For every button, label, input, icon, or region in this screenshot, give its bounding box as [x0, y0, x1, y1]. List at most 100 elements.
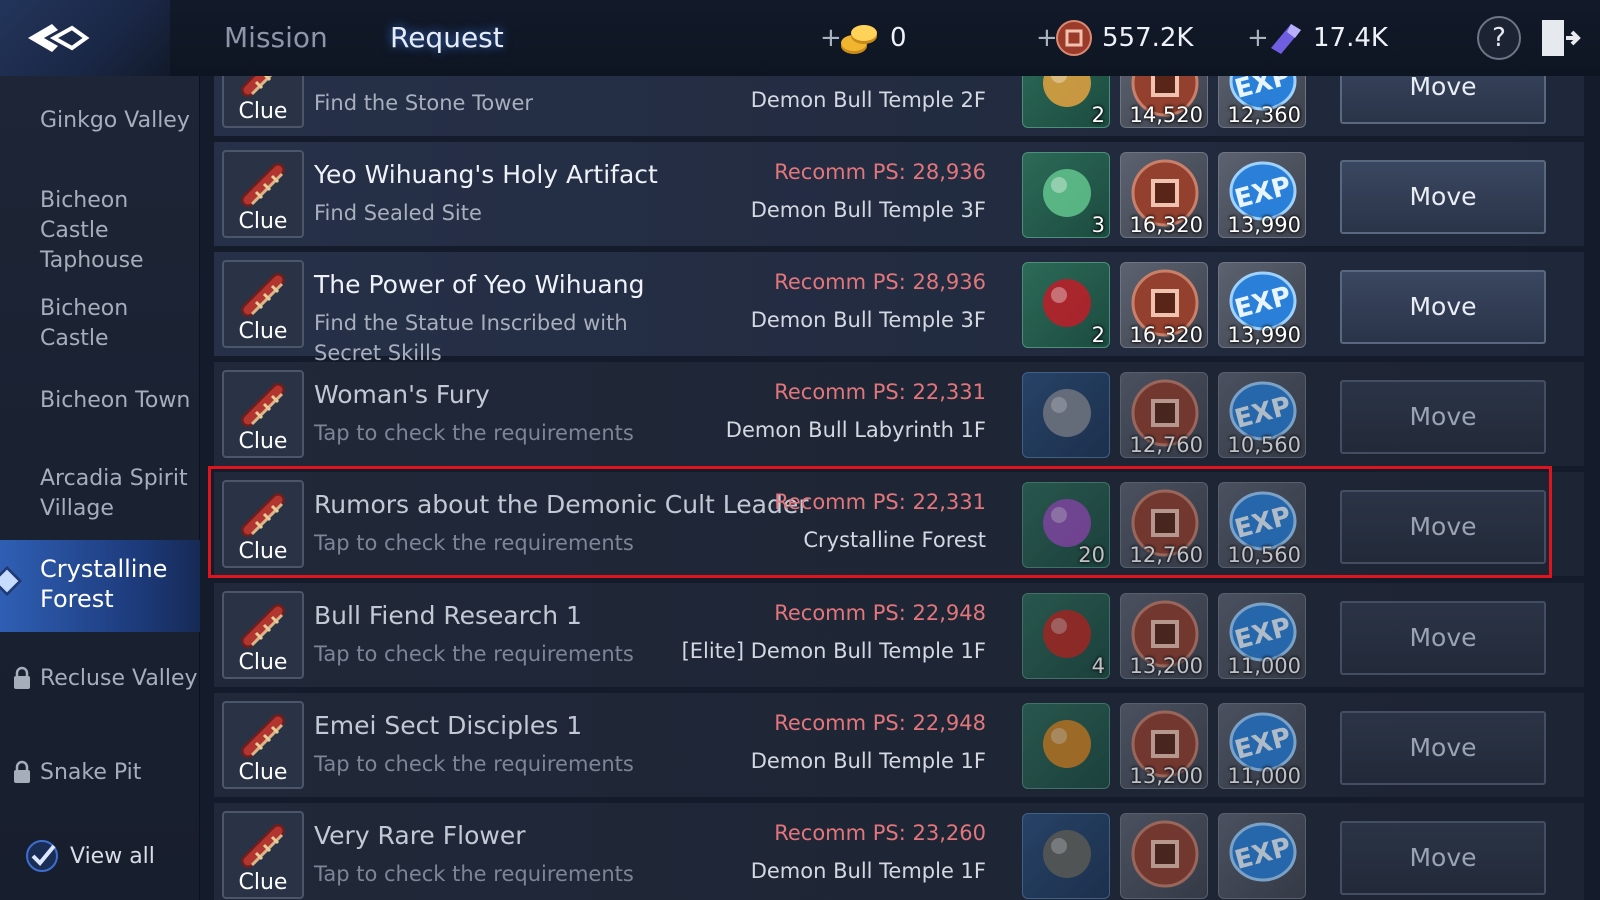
- move-button[interactable]: Move: [1340, 76, 1546, 124]
- clue-icon-button[interactable]: Clue: [222, 370, 304, 458]
- sidebar-item-arcadia-spirit-village[interactable]: Arcadia Spirit Village: [0, 464, 200, 524]
- sidebar-item-snake-pit[interactable]: Snake Pit: [0, 758, 200, 788]
- plus-icon: +: [1036, 23, 1058, 53]
- clue-label: Clue: [238, 99, 288, 124]
- crystal-currency[interactable]: + 17.4K: [1247, 18, 1388, 58]
- clue-icon-button[interactable]: Clue: [222, 260, 304, 348]
- reward-item-slot[interactable]: [1022, 703, 1110, 789]
- clue-icon-button[interactable]: Clue: [222, 76, 304, 128]
- quest-row[interactable]: Clue Emei Sect Disciples 1 Tap to check …: [214, 693, 1584, 799]
- recommended-power: Recomm PS: 22,948: [774, 711, 986, 735]
- view-all-toggle[interactable]: View all: [24, 838, 155, 874]
- reward-exp-slot[interactable]: EXP 10,560: [1218, 482, 1306, 568]
- clue-icon-button[interactable]: Clue: [222, 591, 304, 679]
- coin-currency[interactable]: + 557.2K: [1036, 18, 1193, 58]
- scroll-icon: [241, 273, 285, 317]
- reward-coin-amount: 14,520: [1129, 103, 1203, 127]
- bronze-coin-icon: [1056, 20, 1092, 56]
- reward-exp-slot[interactable]: EXP 11,000: [1218, 593, 1306, 679]
- exit-button[interactable]: [1538, 16, 1582, 60]
- reward-exp-slot[interactable]: EXP 11,000: [1218, 703, 1306, 789]
- sidebar-item-bicheon-castle[interactable]: Bicheon Castle: [0, 294, 200, 354]
- quest-row[interactable]: Clue The Power of Yeo Wihuang Find the S…: [214, 252, 1584, 365]
- sidebar-item-recluse-valley[interactable]: Recluse Valley: [0, 664, 200, 694]
- reward-coin-slot[interactable]: 12,760: [1120, 372, 1208, 458]
- quest-title: Yeo Wihuang's Holy Artifact: [314, 160, 658, 189]
- sidebar-item-bicheon-town[interactable]: Bicheon Town: [0, 386, 200, 416]
- quest-row[interactable]: Clue Bull Fiend Research 1 Tap to check …: [214, 583, 1584, 689]
- reward-item-slot[interactable]: [1022, 813, 1110, 899]
- clue-icon-button[interactable]: Clue: [222, 480, 304, 568]
- reward-item-slot[interactable]: 20: [1022, 482, 1110, 568]
- recommended-power: Recomm PS: 23,260: [774, 821, 986, 845]
- quest-row[interactable]: Clue Rumors about the Demonic Cult Leade…: [214, 472, 1584, 578]
- orange-fruit-icon: [1043, 720, 1091, 768]
- gold-coins-icon: [841, 25, 877, 54]
- move-button[interactable]: Move: [1340, 711, 1546, 785]
- gold-currency[interactable]: + 0: [820, 18, 907, 58]
- reward-exp-slot[interactable]: EXP 12,360: [1218, 76, 1306, 128]
- move-button[interactable]: Move: [1340, 160, 1546, 234]
- sidebar-item-bicheon-castle-taphouse[interactable]: Bicheon Castle Taphouse: [0, 186, 200, 276]
- quest-row[interactable]: Clue Woman's Fury Tap to check the requi…: [214, 362, 1584, 468]
- quest-description: Find the Statue Inscribed with Secret Sk…: [314, 311, 628, 365]
- reward-coin-slot[interactable]: 12,760: [1120, 482, 1208, 568]
- sidebar-item-label: Recluse Valley: [40, 666, 198, 691]
- reward-exp-amount: 10,560: [1227, 543, 1301, 567]
- reward-item-count: 4: [1091, 654, 1105, 678]
- scroll-icon: [241, 163, 285, 207]
- plus-icon: +: [1247, 23, 1269, 53]
- clue-icon-button[interactable]: Clue: [222, 811, 304, 899]
- sidebar-item-ginkgo-valley[interactable]: Ginkgo Valley: [0, 106, 200, 136]
- tab-mission[interactable]: Mission: [224, 18, 328, 58]
- reward-coin-slot[interactable]: 16,320: [1120, 152, 1208, 238]
- reward-exp-amount: 12,360: [1227, 103, 1301, 127]
- back-button[interactable]: [0, 0, 170, 76]
- reward-item-slot[interactable]: [1022, 372, 1110, 458]
- sidebar-item-crystalline-forest[interactable]: Crystalline Forest: [0, 540, 200, 632]
- reward-exp-amount: 11,000: [1227, 764, 1301, 788]
- quest-row[interactable]: Clue Find the Stone Tower Demon Bull Tem…: [214, 76, 1584, 138]
- reward-item-slot[interactable]: 4: [1022, 593, 1110, 679]
- move-button[interactable]: Move: [1340, 380, 1546, 454]
- scroll-icon: [241, 824, 285, 868]
- checkmark-icon: [26, 840, 58, 872]
- reward-exp-slot[interactable]: EXP 13,990: [1218, 152, 1306, 238]
- reward-coin-slot[interactable]: 13,200: [1120, 593, 1208, 679]
- quest-title: Rumors about the Demonic Cult Leader: [314, 490, 809, 519]
- reward-item-count: 20: [1078, 543, 1105, 567]
- clue-icon-button[interactable]: Clue: [222, 701, 304, 789]
- help-button[interactable]: ?: [1477, 16, 1521, 60]
- reward-exp-amount: 13,990: [1227, 213, 1301, 237]
- reward-coin-slot[interactable]: 14,520: [1120, 76, 1208, 128]
- reward-exp-slot[interactable]: EXP 10,560: [1218, 372, 1306, 458]
- quest-row[interactable]: Clue Yeo Wihuang's Holy Artifact Find Se…: [214, 142, 1584, 248]
- reward-coin-slot[interactable]: 16,320: [1120, 262, 1208, 348]
- move-button[interactable]: Move: [1340, 270, 1546, 344]
- reward-exp-slot[interactable]: EXP 13,990: [1218, 262, 1306, 348]
- request-list[interactable]: Clue Find the Stone Tower Demon Bull Tem…: [200, 76, 1600, 900]
- reward-item-slot[interactable]: 2: [1022, 262, 1110, 348]
- clue-label: Clue: [238, 650, 288, 675]
- quest-description: Find the Stone Tower: [314, 91, 533, 115]
- gold-amount: 0: [890, 23, 907, 53]
- reward-item-slot[interactable]: 3: [1022, 152, 1110, 238]
- quest-location: Demon Bull Labyrinth 1F: [725, 418, 986, 442]
- clue-icon-button[interactable]: Clue: [222, 150, 304, 238]
- reward-coin-slot[interactable]: [1120, 813, 1208, 899]
- top-bar: Mission Request + 0 + 557.2K + 17.4K ?: [0, 0, 1600, 76]
- move-button[interactable]: Move: [1340, 490, 1546, 564]
- tab-request[interactable]: Request: [360, 18, 534, 58]
- sidebar-item-label: Snake Pit: [40, 760, 142, 785]
- crystal-amount: 17.4K: [1313, 23, 1388, 53]
- quest-row[interactable]: Clue Very Rare Flower Tap to check the r…: [214, 803, 1584, 900]
- reward-exp-slot[interactable]: EXP: [1218, 813, 1306, 899]
- region-sidebar: Ginkgo Valley Bicheon Castle Taphouse Bi…: [0, 76, 200, 900]
- move-button[interactable]: Move: [1340, 601, 1546, 675]
- crystal-icon: [1271, 24, 1301, 54]
- recommended-power: Recomm PS: 22,331: [774, 490, 986, 514]
- quest-location: Demon Bull Temple 1F: [750, 859, 986, 883]
- move-button[interactable]: Move: [1340, 821, 1546, 895]
- reward-item-slot[interactable]: 2: [1022, 76, 1110, 128]
- reward-coin-slot[interactable]: 13,200: [1120, 703, 1208, 789]
